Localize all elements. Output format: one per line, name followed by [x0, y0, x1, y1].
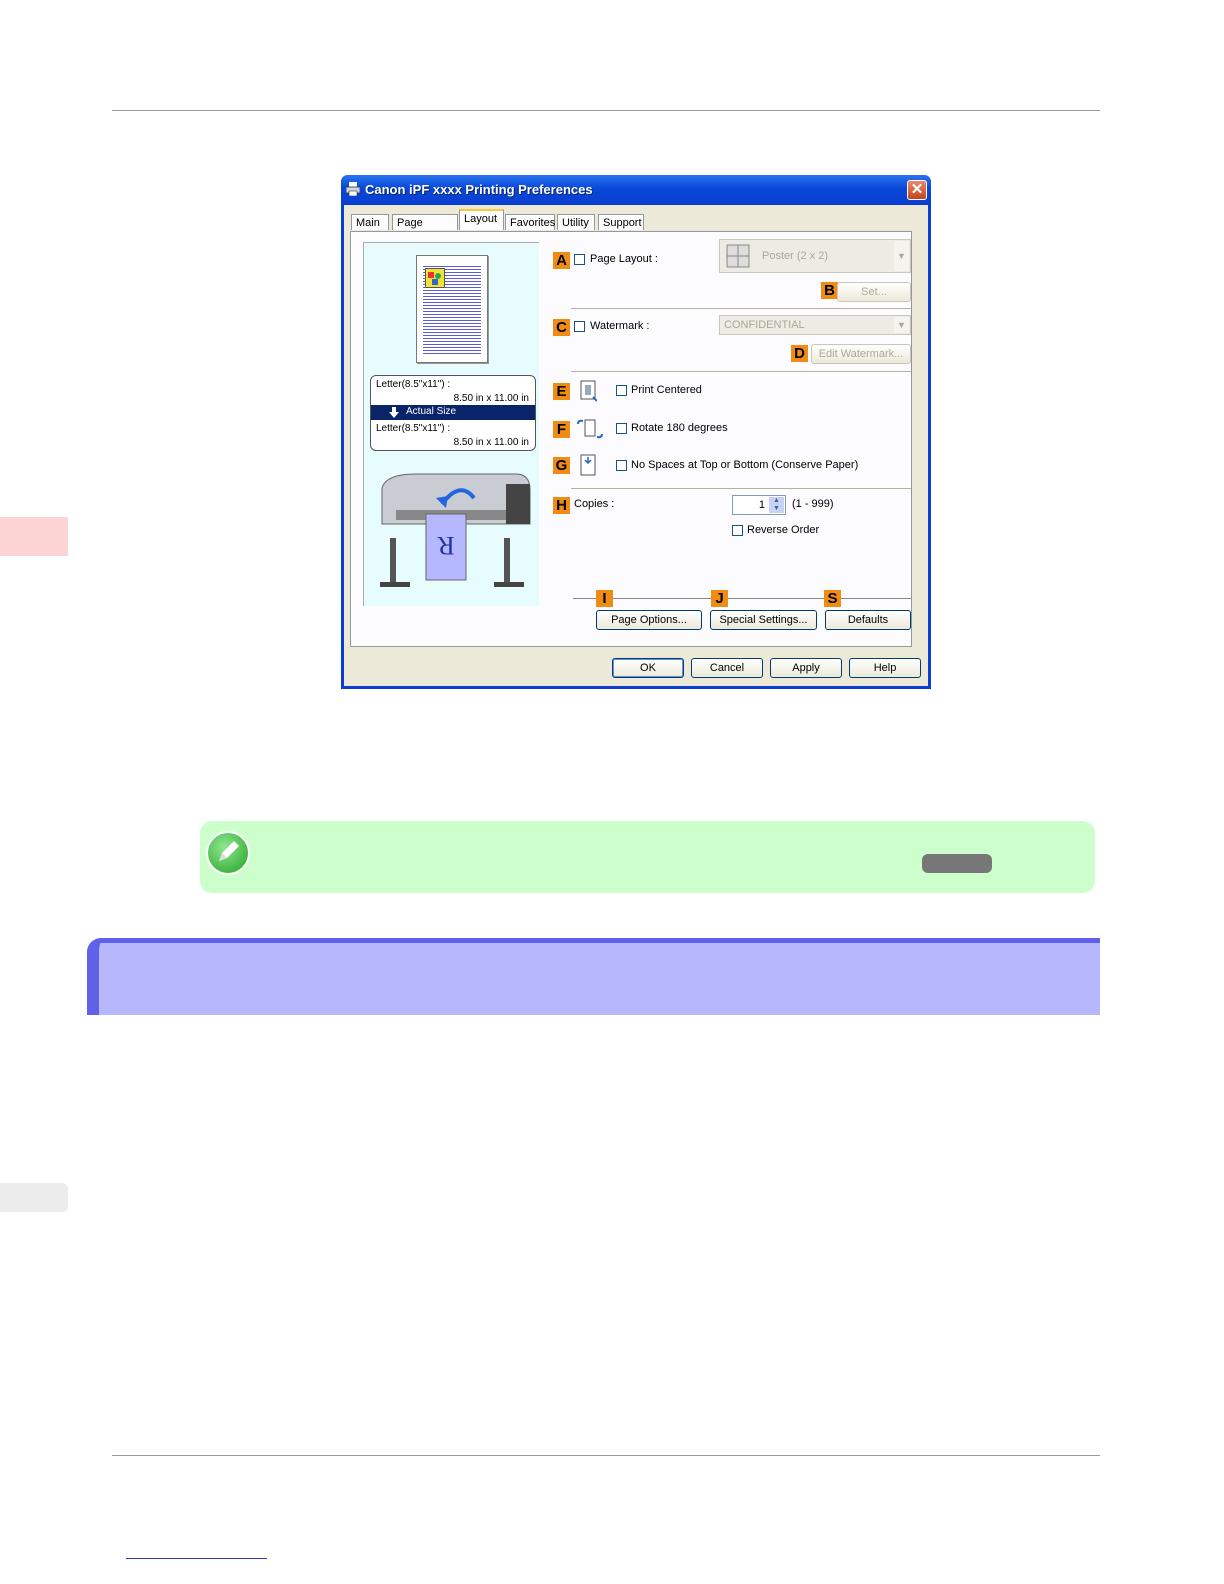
- dialog-body: Main Page Setup Layout Favorites Utility…: [344, 205, 928, 686]
- scaling-row: Actual Size: [371, 405, 535, 420]
- marker-h: H: [553, 497, 570, 514]
- set-button[interactable]: Set...: [837, 282, 911, 302]
- page-preview: [416, 255, 488, 363]
- output-size-label: Letter(8.5"x11") :: [376, 423, 451, 434]
- page-layout-label: Page Layout :: [590, 253, 658, 265]
- watermark-checkbox[interactable]: [574, 321, 585, 332]
- output-size-value: 8.50 in x 11.00 in: [453, 437, 529, 448]
- title-bar: Canon iPF xxxx Printing Preferences ✕: [341, 175, 931, 205]
- copies-label: Copies :: [574, 498, 615, 510]
- cancel-button[interactable]: Cancel: [691, 658, 763, 678]
- marker-g: G: [553, 457, 570, 474]
- watermark-label: Watermark :: [590, 320, 650, 332]
- copies-range: (1 - 999): [792, 498, 834, 510]
- no-spaces-label: No Spaces at Top or Bottom (Conserve Pap…: [631, 459, 859, 471]
- pencil-note-icon: [206, 831, 250, 875]
- watermark-value: CONFIDENTIAL: [724, 319, 805, 331]
- tab-favorites[interactable]: Favorites: [505, 214, 555, 230]
- print-centered-checkbox[interactable]: [616, 385, 627, 396]
- marker-s: S: [824, 590, 841, 607]
- marker-f: F: [553, 421, 570, 438]
- tab-utility[interactable]: Utility: [557, 214, 595, 230]
- original-size-value: 8.50 in x 11.00 in: [453, 393, 529, 404]
- copies-spinner[interactable]: 1 ▲ ▼: [732, 495, 786, 515]
- print-centered-label: Print Centered: [631, 384, 702, 396]
- tab-main[interactable]: Main: [351, 214, 389, 230]
- marker-e: E: [553, 383, 570, 400]
- printer-illustration: R: [380, 473, 531, 587]
- chevron-down-icon: ▼: [894, 317, 909, 333]
- separator: [571, 308, 911, 309]
- page-layout-value: Poster (2 x 2): [762, 250, 829, 262]
- separator: [573, 598, 911, 599]
- special-settings-button[interactable]: Special Settings...: [710, 610, 817, 630]
- arrow-down-icon: [389, 407, 399, 418]
- preview-area: Letter(8.5"x11") : 8.50 in x 11.00 in Ac…: [363, 242, 539, 606]
- copies-value: 1: [758, 499, 765, 511]
- spin-up-icon[interactable]: ▲: [769, 497, 784, 505]
- watermark-select[interactable]: CONFIDENTIAL ▼: [719, 315, 911, 335]
- rotate-icon: [577, 419, 603, 439]
- scaling-value: Actual Size: [406, 406, 457, 417]
- layout-panel: Letter(8.5"x11") : 8.50 in x 11.00 in Ac…: [350, 231, 912, 647]
- edit-watermark-button[interactable]: Edit Watermark...: [811, 344, 911, 364]
- dialog-title: Canon iPF xxxx Printing Preferences: [365, 182, 593, 197]
- page-layout-checkbox[interactable]: [574, 254, 585, 265]
- chevron-down-icon: ▼: [894, 241, 909, 271]
- ok-button[interactable]: OK: [612, 658, 684, 678]
- reverse-order-label: Reverse Order: [747, 524, 820, 536]
- marker-i: I: [596, 590, 613, 607]
- printing-preferences-dialog: Canon iPF xxxx Printing Preferences ✕ Ma…: [341, 175, 931, 689]
- original-size-label: Letter(8.5"x11") :: [376, 379, 451, 390]
- spin-down-icon[interactable]: ▼: [769, 505, 784, 513]
- rotate-label: Rotate 180 degrees: [631, 422, 728, 434]
- help-button[interactable]: Help: [849, 658, 921, 678]
- footer-link-underline[interactable]: [126, 1558, 267, 1559]
- rotate-checkbox[interactable]: [616, 423, 627, 434]
- page-options-button[interactable]: Page Options...: [596, 610, 702, 630]
- apply-button[interactable]: Apply: [770, 658, 842, 678]
- tab-layout[interactable]: Layout: [459, 209, 504, 230]
- marker-b: B: [821, 282, 838, 299]
- separator: [571, 371, 911, 372]
- chapter-side-tab-grey: [0, 1183, 68, 1212]
- defaults-button[interactable]: Defaults: [825, 610, 911, 630]
- close-icon: ✕: [910, 181, 924, 198]
- marker-c: C: [553, 319, 570, 336]
- marker-j: J: [711, 590, 728, 607]
- chapter-side-tab: [0, 517, 68, 556]
- no-spaces-icon: [580, 454, 596, 476]
- header-rule: [112, 110, 1100, 111]
- reverse-order-checkbox[interactable]: [732, 525, 743, 536]
- separator: [571, 488, 911, 489]
- footer-rule: [112, 1455, 1100, 1456]
- no-spaces-checkbox[interactable]: [616, 460, 627, 471]
- tab-page-setup[interactable]: Page Setup: [392, 214, 458, 245]
- section-header: [87, 938, 1100, 1015]
- paper-size-info: Letter(8.5"x11") : 8.50 in x 11.00 in Ac…: [370, 375, 536, 451]
- marker-a: A: [553, 252, 570, 269]
- page-layout-select[interactable]: Poster (2 x 2) ▼: [719, 239, 911, 273]
- tab-support[interactable]: Support: [598, 214, 644, 230]
- image-thumbnail-icon: [425, 268, 445, 288]
- note-box: [200, 821, 1095, 893]
- sheet-letter: R: [437, 531, 455, 560]
- reference-badge[interactable]: [922, 854, 992, 873]
- print-centered-icon: [580, 380, 597, 402]
- poster-layout-icon: [726, 244, 750, 268]
- close-button[interactable]: ✕: [907, 180, 927, 200]
- marker-d: D: [791, 345, 808, 362]
- printer-icon: [346, 182, 360, 196]
